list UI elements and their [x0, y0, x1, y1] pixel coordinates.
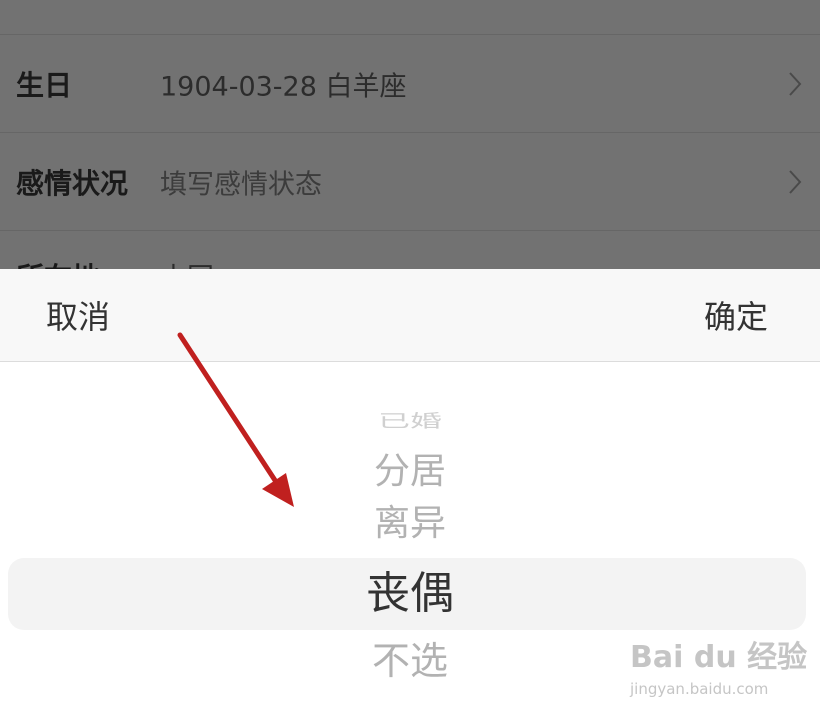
picker-toolbar: 取消 确定 — [0, 269, 820, 362]
cancel-button[interactable]: 取消 — [46, 292, 110, 338]
picker-option[interactable]: 不选 — [0, 642, 820, 680]
background-profile-form: 生日 1904-03-28 白羊座 感情状况 填写感情状态 所在地 中国 — [0, 0, 820, 270]
row-divider — [0, 230, 820, 231]
picker-option[interactable]: 离异 — [0, 506, 820, 542]
confirm-button[interactable]: 确定 — [704, 292, 768, 338]
location-label: 所在地 — [16, 256, 100, 270]
location-value: 中国 — [160, 256, 214, 270]
relationship-picker-sheet: 取消 确定 已婚 分居 离异 丧偶 不选 — [0, 269, 820, 720]
status-picker-wheel[interactable]: 已婚 分居 离异 丧偶 不选 — [0, 362, 820, 720]
relationship-status-row[interactable]: 感情状况 填写感情状态 — [0, 133, 820, 231]
relationship-status-label: 感情状况 — [16, 167, 129, 200]
picker-option[interactable]: 已婚 — [0, 412, 820, 430]
relationship-status-placeholder: 填写感情状态 — [160, 169, 322, 201]
picker-option[interactable]: 分居 — [0, 454, 820, 490]
birthday-row[interactable]: 生日 1904-03-28 白羊座 — [0, 35, 820, 133]
chevron-right-icon — [789, 170, 802, 194]
birthday-label: 生日 — [16, 69, 73, 102]
chevron-right-icon — [789, 72, 802, 96]
birthday-value: 1904-03-28 白羊座 — [160, 71, 407, 103]
picker-option-selected[interactable]: 丧偶 — [0, 572, 820, 616]
